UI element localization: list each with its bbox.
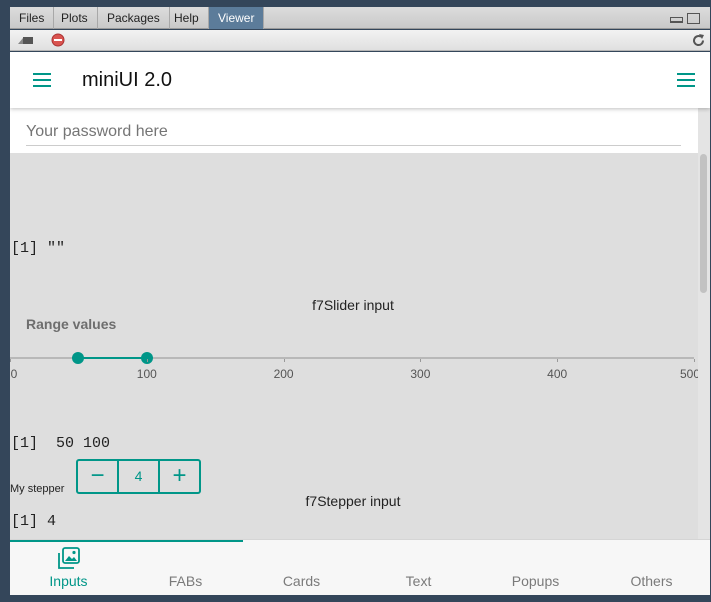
slider-tick [146, 359, 148, 362]
broom-icon[interactable] [18, 34, 34, 47]
tab-inputs[interactable]: Inputs [10, 540, 127, 595]
tab-text[interactable]: Text [360, 540, 477, 595]
tab-others[interactable]: Others [593, 540, 710, 595]
app-viewport: miniUI 2.0 [1] "" f7Slider input Range v… [10, 52, 710, 595]
stepper-label: My stepper [10, 483, 65, 495]
tab-label: Cards [282, 573, 321, 589]
pane-tab-bar: Files Plots Packages Help Viewer [10, 7, 710, 29]
right-panel-menu-icon[interactable] [677, 73, 695, 87]
tab-label: Text [405, 573, 432, 589]
slider-range-fill [78, 357, 147, 359]
stepper-plus-button[interactable]: + [160, 461, 199, 492]
quantity-stepper: − 4 + [76, 459, 201, 494]
scrollbar-thumb[interactable] [700, 154, 707, 293]
tab-files[interactable]: Files [10, 7, 55, 29]
tab-label: Popups [511, 573, 560, 589]
slider-handle-max[interactable] [140, 352, 153, 364]
tab-popups[interactable]: Popups [477, 540, 594, 595]
slider-tick-label: 200 [273, 367, 294, 381]
tab-fabs[interactable]: FABs [127, 540, 244, 595]
slider-tick-label: 300 [410, 367, 431, 381]
tab-help[interactable]: Help [165, 7, 209, 29]
refresh-icon[interactable] [691, 33, 706, 48]
tab-packages[interactable]: Packages [98, 7, 170, 29]
minimize-icon[interactable] [670, 17, 683, 23]
slider-handle-min[interactable] [72, 352, 85, 364]
slider-tick-label: 500 [679, 367, 701, 381]
password-section [10, 108, 710, 153]
stepper-value[interactable]: 4 [117, 461, 160, 492]
navbar: miniUI 2.0 [10, 52, 710, 108]
stepper-section-title: f7Stepper input [305, 493, 401, 509]
slider-tick [283, 359, 285, 362]
slider-tick-label: 400 [547, 367, 568, 381]
photos-icon [58, 547, 80, 569]
password-output: [1] "" [11, 240, 66, 257]
page-title: miniUI 2.0 [82, 69, 173, 91]
tab-label: FABs [168, 573, 203, 589]
slider-tick [420, 359, 422, 362]
left-panel-menu-icon[interactable] [33, 73, 51, 87]
tab-label: Inputs [49, 573, 88, 589]
slider-tick-label: 100 [136, 367, 157, 381]
stepper-output: [1] 4 [11, 513, 57, 530]
viewer-toolbar [10, 30, 710, 51]
password-input[interactable] [26, 118, 681, 146]
bottom-tab-bar: Inputs FABs Cards Text Popups Others [10, 539, 710, 595]
rstudio-viewer-pane: Files Plots Packages Help Viewer miniUI … [0, 0, 711, 602]
tab-viewer[interactable]: Viewer [209, 7, 265, 29]
slider-output: [1] 50 100 [11, 435, 111, 452]
slider-tick [557, 359, 559, 362]
maximize-icon[interactable] [687, 13, 700, 24]
page-content[interactable]: [1] "" f7Slider input Range values 0 100 2… [10, 108, 710, 539]
slider-tick [10, 359, 11, 362]
stop-icon[interactable] [51, 33, 65, 47]
tab-cards[interactable]: Cards [243, 540, 360, 595]
slider-tick-label: 0 [10, 367, 18, 381]
tab-plots[interactable]: Plots [52, 7, 98, 29]
slider-tick [694, 359, 695, 362]
slider-label: Range values [26, 316, 117, 332]
stepper-minus-button[interactable]: − [78, 461, 117, 492]
tab-label: Others [630, 573, 673, 589]
slider-section-title: f7Slider input [312, 297, 394, 313]
